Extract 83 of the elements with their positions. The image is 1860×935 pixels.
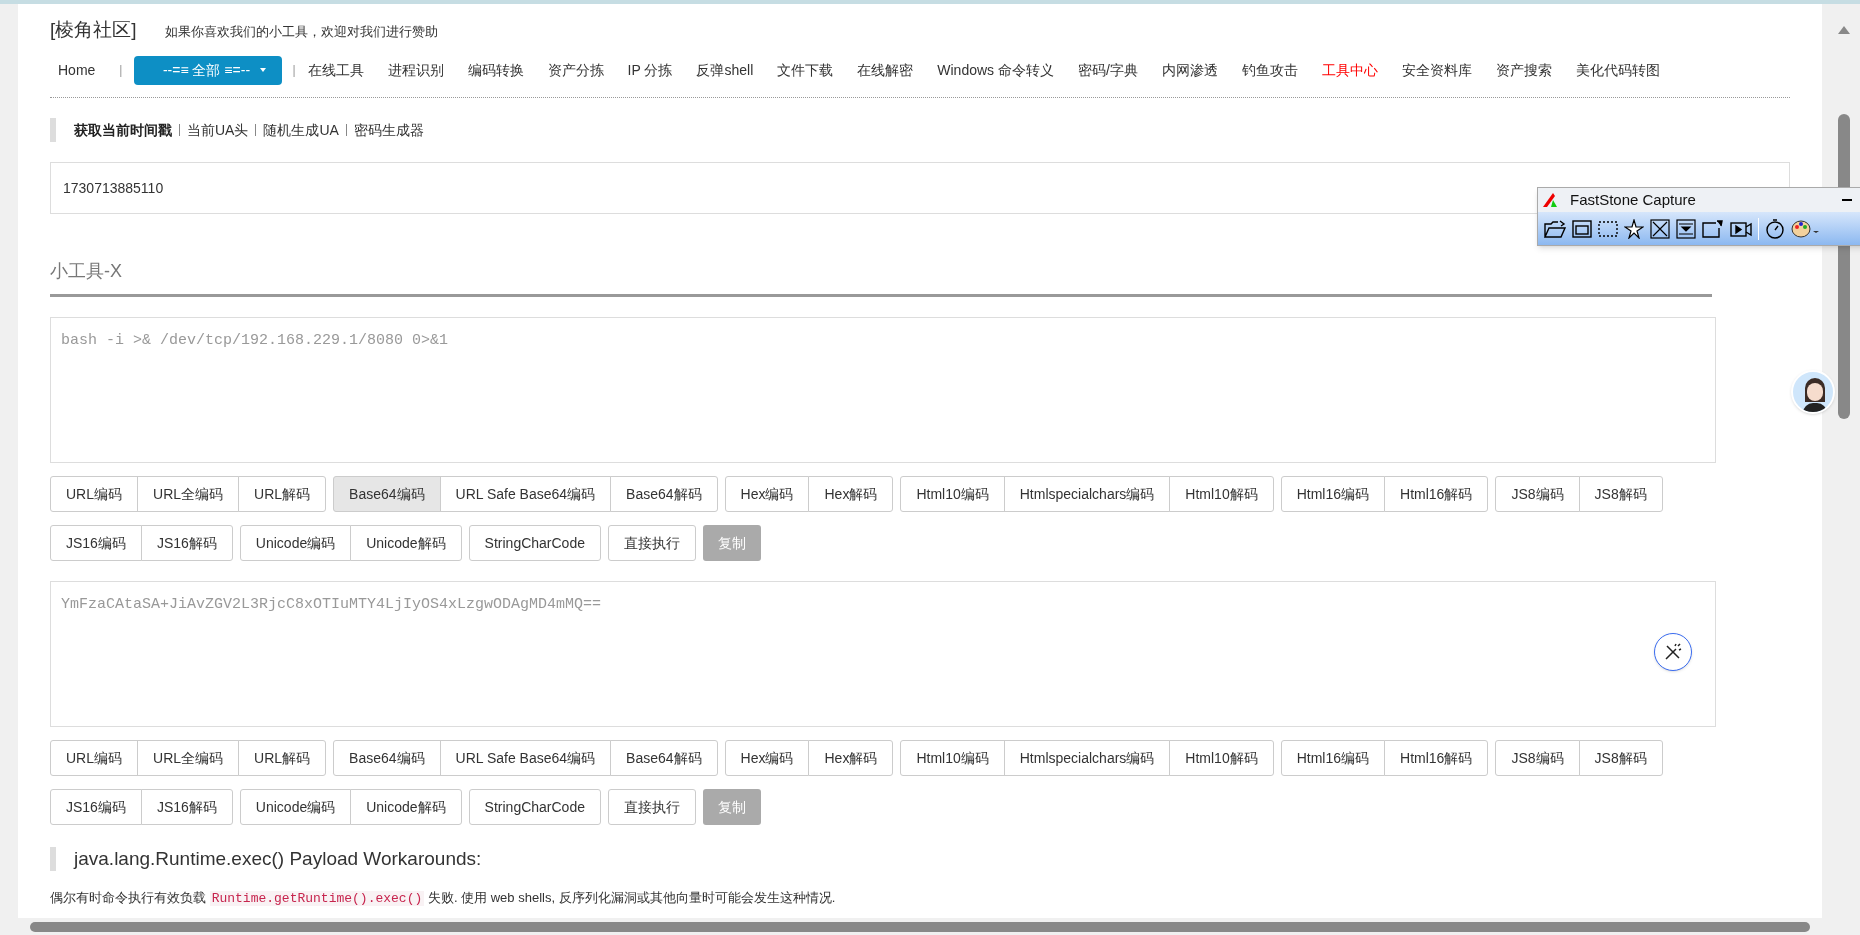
tool-button[interactable]: JS8解码 [1578, 740, 1663, 776]
category-dropdown[interactable]: --=≡ 全部 ≡=-- [134, 55, 283, 85]
tool-button[interactable]: Base64解码 [610, 476, 718, 512]
dashed-rectangle-icon[interactable] [1598, 218, 1618, 239]
nav-link[interactable]: 资产搜索 [1495, 59, 1552, 81]
nav-link[interactable]: 工具中心 [1321, 59, 1378, 81]
tool-button[interactable]: Html10编码 [900, 740, 1005, 776]
nav-link[interactable]: Home [58, 59, 96, 81]
subnav-link[interactable]: 获取当前时间戳 [74, 119, 172, 141]
tool-button[interactable]: URL Safe Base64编码 [439, 476, 612, 512]
tool-button[interactable]: Hex编码 [724, 740, 810, 776]
tool-button[interactable]: Htmlspecialchars编码 [1003, 740, 1171, 776]
tool-button[interactable]: URL编码 [50, 476, 138, 512]
tool-button[interactable]: URL解码 [238, 476, 327, 512]
nav-separator: | [119, 62, 123, 79]
nav-link[interactable]: Windows 命令转义 [937, 59, 1054, 81]
tool-button[interactable]: JS8解码 [1578, 476, 1663, 512]
subnav-link[interactable]: 当前UA头 [187, 119, 249, 141]
subnav-link[interactable]: 密码生成器 [353, 119, 424, 141]
nav-separator: | [292, 62, 296, 79]
tool-button[interactable]: Base64编码 [333, 740, 441, 776]
tool-button[interactable]: Unicode解码 [350, 525, 462, 561]
tool-button[interactable]: Hex解码 [808, 476, 894, 512]
magic-wand-icon [1664, 643, 1682, 661]
nav-link[interactable]: 钓鱼攻击 [1241, 59, 1298, 81]
nav-link[interactable]: 在线工具 [307, 59, 364, 81]
export-icon[interactable] [1702, 218, 1724, 239]
tool-button[interactable]: Unicode解码 [350, 789, 462, 825]
folder-icon[interactable] [1544, 218, 1566, 239]
scroll-capture-icon[interactable] [1676, 218, 1696, 239]
tool-button[interactable]: URL全编码 [137, 740, 240, 776]
tool-button[interactable]: Base64编码 [333, 476, 441, 512]
tool-button[interactable]: Html10编码 [900, 476, 1005, 512]
tool-button[interactable]: Html16编码 [1280, 476, 1386, 512]
tool-button[interactable]: Unicode编码 [239, 525, 352, 561]
tool-button[interactable]: Html16解码 [1384, 476, 1489, 512]
tool-button[interactable]: JS8编码 [1495, 476, 1580, 512]
nav-link[interactable]: 美化代码转图 [1575, 59, 1660, 81]
nav-link[interactable]: 安全资料库 [1401, 59, 1472, 81]
article-heading: java.lang.Runtime.exec() Payload Workarounds: [50, 847, 482, 871]
tool-button[interactable]: Htmlspecialchars编码 [1003, 476, 1171, 512]
timer-icon[interactable] [1765, 218, 1785, 239]
tool-button[interactable]: JS16解码 [140, 525, 233, 561]
star-icon[interactable] [1624, 218, 1644, 239]
fullscreen-icon[interactable] [1650, 218, 1670, 239]
tool-button[interactable]: 直接执行 [608, 525, 696, 561]
window-icon[interactable] [1572, 218, 1592, 239]
tool-button[interactable]: Unicode编码 [239, 789, 352, 825]
nav-link[interactable]: 文件下载 [777, 59, 834, 81]
site-title: [棱角社区] [50, 17, 137, 42]
nav-link[interactable]: 密码/字典 [1077, 59, 1138, 81]
tool-button[interactable]: URL解码 [238, 740, 327, 776]
tool-button[interactable]: Base64解码 [610, 740, 718, 776]
window-title: FastStone Capture [1570, 189, 1696, 210]
tool-button[interactable]: URL Safe Base64编码 [439, 740, 612, 776]
tool-button[interactable]: JS16编码 [50, 789, 142, 825]
nav-link[interactable]: 反弹shell [696, 59, 754, 81]
tool-button[interactable]: URL全编码 [137, 476, 240, 512]
tool-button[interactable]: Html10解码 [1169, 740, 1274, 776]
tool-button[interactable]: Hex编码 [724, 476, 810, 512]
tool-button[interactable]: JS16解码 [140, 789, 233, 825]
caret-icon [260, 68, 267, 72]
nav-link[interactable]: 在线解密 [857, 59, 914, 81]
section-title: 小工具-X [50, 260, 123, 282]
tagline: 如果你喜欢我们的小工具，欢迎对我们进行赞助 [164, 22, 438, 41]
tool-button[interactable]: Html10解码 [1169, 476, 1274, 512]
nav-link[interactable]: 编码转换 [467, 59, 524, 81]
tool-button[interactable]: URL编码 [50, 740, 138, 776]
tool-button[interactable]: Html16解码 [1384, 740, 1489, 776]
tool-button[interactable]: JS8编码 [1495, 740, 1580, 776]
nav-link[interactable]: 内网渗透 [1161, 59, 1218, 81]
nav-link[interactable]: 进程识别 [387, 59, 444, 81]
tool-button[interactable]: StringCharCode [468, 789, 601, 825]
nav-link[interactable]: 资产分拣 [547, 59, 604, 81]
tool-button[interactable]: Html16编码 [1280, 740, 1386, 776]
palette-icon[interactable] [1791, 218, 1819, 239]
tool-button[interactable]: JS16编码 [50, 525, 142, 561]
nav-link[interactable]: IP 分拣 [627, 59, 673, 81]
tool-button[interactable]: StringCharCode [468, 525, 601, 561]
tool-button[interactable]: 直接执行 [608, 789, 696, 825]
subnav-link[interactable]: 随机生成UA [263, 119, 339, 141]
tool-button[interactable]: Hex解码 [808, 740, 894, 776]
article-paragraph: 偶尔有时命令执行有效负载 Runtime.getRuntime().exec() 失败. 使用 web shells, 反序列化漏洞或其他向量时可能会发生这种情况. [50, 889, 836, 908]
